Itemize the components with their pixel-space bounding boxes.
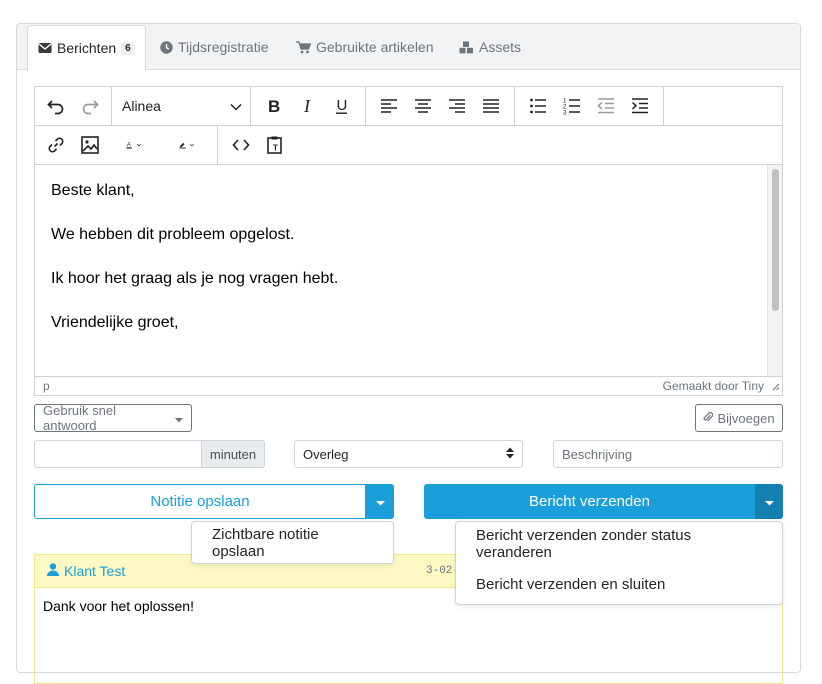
editor-content[interactable]: Beste klant, We hebben dit probleem opge… (35, 165, 768, 377)
type-select[interactable]: Overleg (294, 440, 523, 468)
branding-link[interactable]: Gemaakt door Tiny (663, 379, 764, 393)
caret-down-icon (175, 411, 183, 426)
tab-label: Berichten (57, 40, 117, 56)
caret-down-icon (375, 493, 385, 511)
source-code-icon[interactable] (224, 130, 258, 160)
quick-reply-label: Gebruik snel antwoord (43, 403, 116, 433)
tab-assets[interactable]: Assets (459, 24, 521, 70)
editor-paragraph: We hebben dit probleem opgelost. (51, 226, 295, 243)
time-input[interactable] (34, 440, 202, 468)
editor-toolbar-row-2: A T (35, 125, 782, 165)
tab-label: Gebruikte artikelen (316, 39, 434, 55)
description-placeholder: Beschrijving (562, 446, 633, 462)
element-path[interactable]: p (43, 379, 50, 393)
text-color-icon[interactable]: A (107, 130, 163, 160)
note-dropdown-toggle[interactable] (366, 484, 394, 519)
type-select-value: Overleg (303, 446, 349, 462)
cubes-icon (459, 41, 474, 54)
svg-text:I: I (303, 96, 311, 116)
description-input[interactable]: Beschrijving (553, 440, 783, 468)
user-icon (47, 563, 59, 579)
align-right-icon[interactable] (440, 91, 474, 121)
send-split-button: Bericht verzenden (424, 484, 783, 519)
svg-text:3: 3 (563, 111, 567, 117)
send-dropdown-toggle[interactable] (755, 484, 783, 519)
count-badge: 6 (121, 41, 135, 55)
undo-icon[interactable] (39, 91, 73, 121)
bullet-list-icon[interactable] (521, 91, 555, 121)
block-format-select[interactable]: Alinea (114, 91, 248, 121)
align-justify-icon[interactable] (474, 91, 508, 121)
attach-button[interactable]: Bijvoegen (695, 404, 783, 432)
tab-berichten[interactable]: Berichten 6 (27, 25, 146, 71)
scroll-thumb[interactable] (772, 169, 779, 311)
align-center-icon[interactable] (406, 91, 440, 121)
chevron-down-icon (230, 98, 242, 114)
numbered-list-icon[interactable]: 123 (555, 91, 589, 121)
svg-text:B: B (268, 97, 280, 116)
editor-paragraph: Vriendelijke groet, (51, 314, 179, 331)
caret-down-icon (764, 493, 774, 511)
svg-text:T: T (273, 144, 278, 153)
tab-tijdsregistratie[interactable]: Tijdsregistratie (160, 24, 269, 70)
message-author[interactable]: Klant Test (64, 563, 125, 579)
menu-item-send-no-status[interactable]: Bericht verzenden zonder status verander… (456, 523, 782, 564)
image-icon[interactable] (73, 130, 107, 160)
bold-icon[interactable]: B (257, 91, 291, 121)
resize-handle-icon[interactable] (771, 380, 780, 394)
highlight-color-icon[interactable] (163, 130, 213, 160)
tab-bar: Berichten 6 Tijdsregistratie Gebruikte a… (17, 24, 800, 71)
svg-text:A: A (127, 141, 132, 148)
underline-icon[interactable]: U (325, 91, 359, 121)
save-note-button[interactable]: Notitie opslaan (34, 484, 366, 519)
sort-arrows-icon (506, 447, 514, 462)
editor-paragraph: Ik hoor het graag als je nog vragen hebt… (51, 270, 339, 287)
attach-label: Bijvoegen (717, 410, 775, 426)
cart-icon (296, 40, 311, 54)
send-dropdown-menu: Bericht verzenden zonder status verander… (455, 521, 783, 605)
tab-label: Tijdsregistratie (178, 39, 269, 55)
tab-gebruikte-artikelen[interactable]: Gebruikte artikelen (296, 24, 434, 70)
send-message-button[interactable]: Bericht verzenden (424, 484, 755, 519)
editor-scrollbar[interactable] (767, 165, 782, 377)
editor-statusbar: p Gemaakt door Tiny (35, 376, 782, 395)
paperclip-icon (703, 411, 714, 426)
save-note-label: Notitie opslaan (150, 493, 250, 510)
svg-text:U: U (337, 97, 348, 114)
indent-icon[interactable] (623, 91, 657, 121)
align-left-icon[interactable] (372, 91, 406, 121)
envelope-icon (38, 42, 52, 54)
minutes-addon: minuten (201, 440, 265, 468)
editor-toolbar-row-1: Alinea B I U 123 (35, 86, 782, 126)
menu-item-visible-note[interactable]: Zichtbare notitie opslaan (192, 522, 393, 563)
paste-text-icon[interactable]: T (258, 130, 292, 160)
link-icon[interactable] (39, 130, 73, 160)
send-message-label: Bericht verzenden (529, 493, 650, 510)
messages-card: Berichten 6 Tijdsregistratie Gebruikte a… (16, 23, 801, 684)
note-split-button: Notitie opslaan (34, 484, 394, 519)
outdent-icon[interactable] (589, 91, 623, 121)
block-format-value: Alinea (122, 98, 161, 114)
clock-icon (160, 40, 173, 54)
quick-reply-button[interactable]: Gebruik snel antwoord (34, 403, 192, 433)
rich-text-editor: Alinea B I U 123 A T Beste klant, We heb… (34, 86, 783, 396)
menu-item-send-and-close[interactable]: Bericht verzenden en sluiten (456, 564, 782, 605)
note-dropdown-menu: Zichtbare notitie opslaan (191, 521, 394, 564)
editor-paragraph: Beste klant, (51, 182, 135, 199)
tab-label: Assets (479, 39, 522, 55)
redo-icon[interactable] (73, 91, 107, 121)
italic-icon[interactable]: I (291, 91, 325, 121)
